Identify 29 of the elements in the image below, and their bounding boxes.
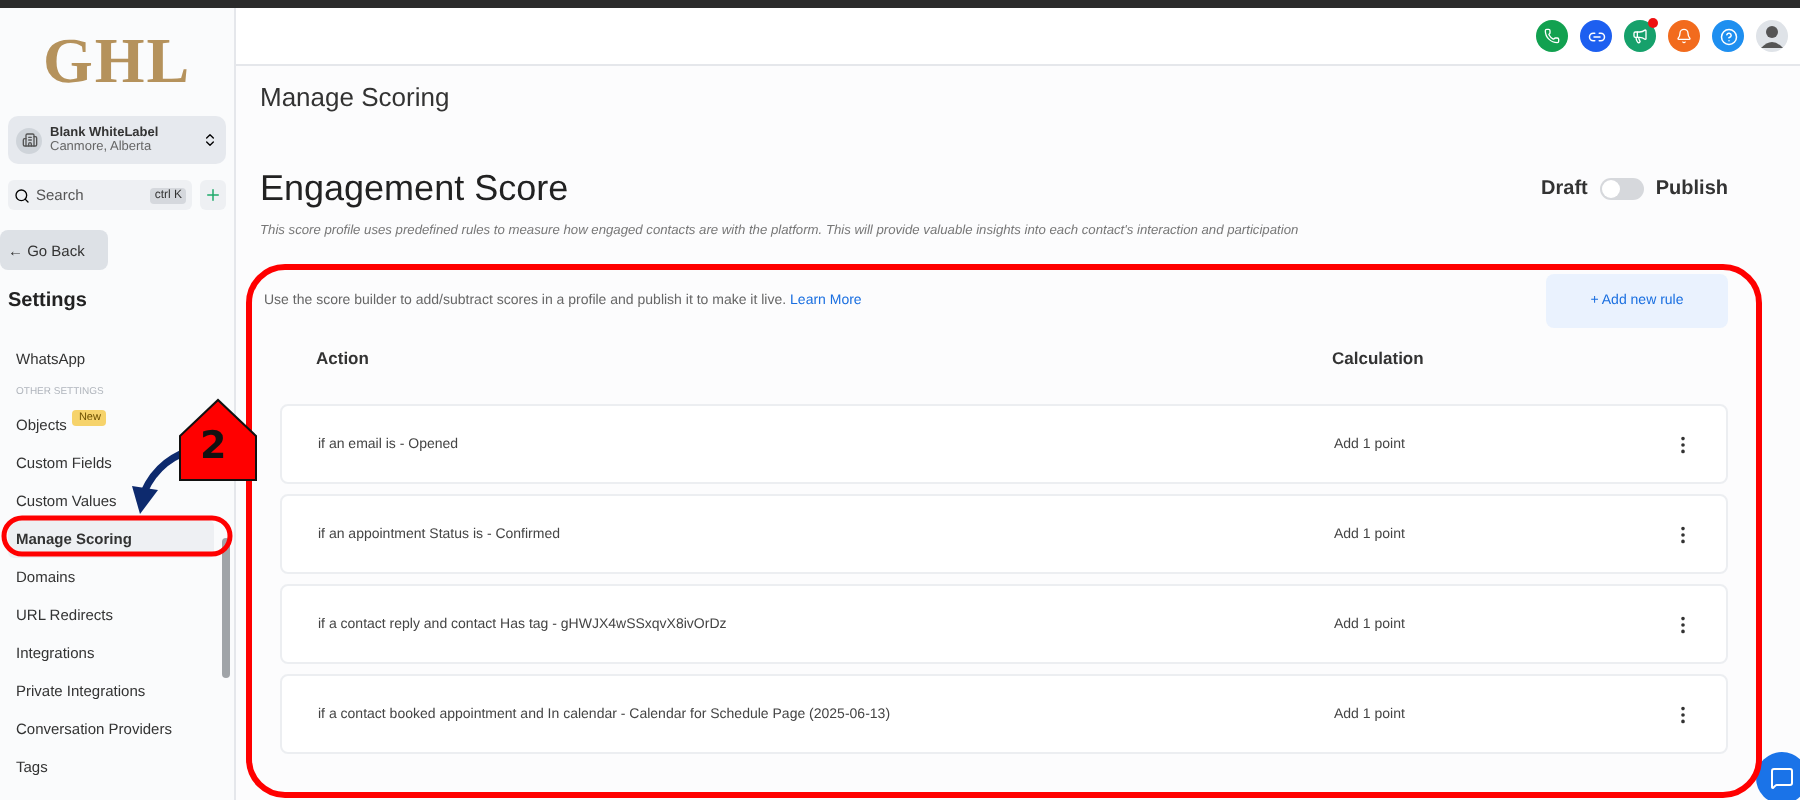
settings-heading: Settings: [8, 290, 89, 312]
page-title: Manage Scoring: [260, 82, 452, 112]
chat-icon: [1770, 766, 1794, 790]
step-number: 2: [200, 424, 227, 468]
megaphone-button[interactable]: [1624, 20, 1656, 52]
phone-button[interactable]: [1536, 20, 1568, 52]
bell-icon: [1676, 28, 1692, 44]
publish-label: Publish: [1655, 178, 1728, 200]
logo: GHL: [40, 24, 194, 96]
help-icon: [1719, 27, 1737, 45]
link-button[interactable]: [1580, 20, 1612, 52]
search-icon: [14, 187, 30, 203]
scrollbar[interactable]: [222, 538, 230, 678]
profile-title: Engagement Score: [260, 168, 569, 210]
megaphone-icon: [1632, 28, 1648, 44]
step-badge: [179, 398, 257, 481]
bell-button[interactable]: [1668, 20, 1700, 52]
link-icon: [1587, 27, 1605, 45]
column-header: Calculation: [1332, 348, 1424, 372]
column-header: Action: [316, 348, 371, 372]
add-button[interactable]: [200, 180, 226, 210]
draft-label: Draft: [1541, 178, 1588, 200]
phone-icon: [1544, 28, 1560, 44]
avatar[interactable]: [1756, 20, 1788, 52]
help-button[interactable]: [1712, 20, 1744, 52]
building-icon: [16, 127, 42, 153]
chevrons-icon: [202, 132, 218, 148]
plus-icon: [204, 186, 222, 204]
publish-toggle[interactable]: [1599, 178, 1644, 200]
